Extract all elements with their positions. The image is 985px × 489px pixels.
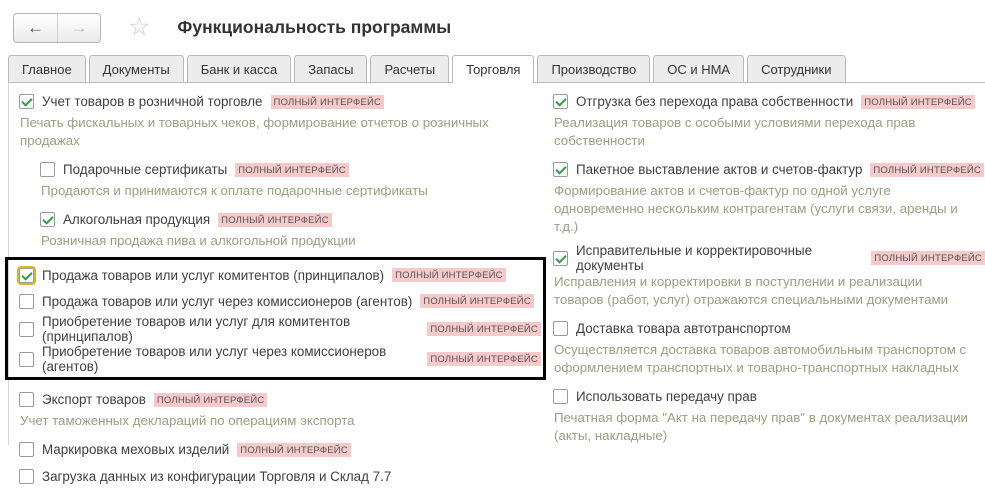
feature-row: Продажа товаров или услуг комитентов (пр… <box>19 262 541 288</box>
tab-raschety[interactable]: Расчеты <box>370 55 449 82</box>
full-interface-badge: ПОЛНЫЙ ИНТЕРФЕЙС <box>870 163 984 177</box>
full-interface-badge: ПОЛНЫЙ ИНТЕРФЕЙС <box>235 163 349 177</box>
feature-row: Отгрузка без перехода права собственност… <box>553 89 985 114</box>
full-interface-badge: ПОЛНЫЙ ИНТЕРФЕЙС <box>218 213 332 227</box>
tab-zapasy[interactable]: Запасы <box>294 55 367 82</box>
feature-label[interactable]: Приобретение товаров или услуг для комит… <box>42 314 419 344</box>
feature-row: Доставка товара автотранспортом <box>553 316 985 341</box>
checkbox[interactable] <box>553 389 568 404</box>
feature-label[interactable]: Отгрузка без перехода права собственност… <box>576 94 853 109</box>
feature-label[interactable]: Продажа товаров или услуг комитентов (пр… <box>42 268 384 283</box>
feature-item: Алкогольная продукция ПОЛНЫЙ ИНТЕРФЕЙС Р… <box>40 207 546 250</box>
checkbox[interactable] <box>553 94 568 109</box>
tab-os-i-nma[interactable]: ОС и НМА <box>653 55 744 82</box>
tab-panel-torgovlya: Учет товаров в розничной торговле ПОЛНЫЙ… <box>8 83 985 445</box>
tab-bar: Главное Документы Банк и касса Запасы Ра… <box>8 55 985 83</box>
checkbox[interactable] <box>19 94 34 109</box>
feature-description: Осуществляется доставка товаров автомоби… <box>554 341 972 377</box>
feature-label[interactable]: Исправительные и корректировочные докуме… <box>576 243 863 273</box>
feature-description: Реализация товаров с особыми условиями п… <box>554 114 972 150</box>
checkbox[interactable] <box>553 162 568 177</box>
feature-label[interactable]: Экспорт товаров <box>42 392 146 407</box>
feature-row: Подарочные сертификаты ПОЛНЫЙ ИНТЕРФЕЙС <box>40 157 546 182</box>
full-interface-badge: ПОЛНЫЙ ИНТЕРФЕЙС <box>871 251 985 265</box>
feature-label[interactable]: Маркировка меховых изделий <box>42 442 229 457</box>
window-header: ← → ☆ Функциональность программы <box>0 0 985 46</box>
feature-description: Розничная продажа пива и алкогольной про… <box>41 232 511 250</box>
feature-row: Алкогольная продукция ПОЛНЫЙ ИНТЕРФЕЙС <box>40 207 546 232</box>
tab-bank-i-kassa[interactable]: Банк и касса <box>187 55 292 82</box>
tab-torgovlya[interactable]: Торговля <box>452 55 534 83</box>
feature-description: Учет таможенных деклараций по операциям … <box>20 412 490 430</box>
feature-description: Печать фискальных и товарных чеков, форм… <box>20 114 490 150</box>
feature-item: Загрузка данных из конфигурации Торговля… <box>19 464 546 489</box>
feature-item: Маркировка меховых изделий ПОЛНЫЙ ИНТЕРФ… <box>19 437 546 462</box>
checkbox[interactable] <box>19 322 34 337</box>
checkbox[interactable] <box>19 268 34 283</box>
feature-row: Использовать передачу прав <box>553 384 985 409</box>
checkbox[interactable] <box>19 442 34 457</box>
checkbox[interactable] <box>19 469 34 484</box>
checkbox[interactable] <box>40 162 55 177</box>
feature-item: Использовать передачу прав Печатная форм… <box>553 384 985 445</box>
back-button[interactable]: ← <box>14 14 57 42</box>
feature-description: Продаются и принимаются к оплате подароч… <box>41 182 511 200</box>
feature-label[interactable]: Продажа товаров или услуг через комиссио… <box>42 294 412 309</box>
feature-label[interactable]: Доставка товара автотранспортом <box>576 321 791 336</box>
full-interface-badge: ПОЛНЫЙ ИНТЕРФЕЙС <box>392 268 506 282</box>
forward-button[interactable]: → <box>57 14 100 42</box>
feature-label[interactable]: Алкогольная продукция <box>63 212 210 227</box>
feature-item: Экспорт товаров ПОЛНЫЙ ИНТЕРФЕЙС Учет та… <box>19 387 546 430</box>
feature-label[interactable]: Приобретение товаров или услуг через ком… <box>42 344 419 374</box>
full-interface-badge: ПОЛНЫЙ ИНТЕРФЕЙС <box>154 393 268 407</box>
feature-row: Приобретение товаров или услуг через ком… <box>19 344 541 374</box>
right-column: Отгрузка без перехода права собственност… <box>546 89 985 445</box>
feature-row: Экспорт товаров ПОЛНЫЙ ИНТЕРФЕЙС <box>19 387 546 412</box>
feature-row: Учет товаров в розничной торговле ПОЛНЫЙ… <box>19 89 546 114</box>
checkbox[interactable] <box>40 212 55 227</box>
feature-item: Исправительные и корректировочные докуме… <box>553 243 985 309</box>
feature-description: Исправления и корректировки в поступлени… <box>554 273 972 309</box>
left-column: Учет товаров в розничной торговле ПОЛНЫЙ… <box>19 89 546 445</box>
tab-glavnoe[interactable]: Главное <box>8 55 86 82</box>
highlight-box: Продажа товаров или услуг комитентов (пр… <box>5 257 546 380</box>
checkbox[interactable] <box>19 352 34 367</box>
full-interface-badge: ПОЛНЫЙ ИНТЕРФЕЙС <box>861 95 975 109</box>
feature-row: Продажа товаров или услуг через комиссио… <box>19 288 541 314</box>
feature-row: Исправительные и корректировочные докуме… <box>553 243 985 273</box>
feature-item: Пакетное выставление актов и счетов-факт… <box>553 157 985 236</box>
page-title: Функциональность программы <box>177 17 451 38</box>
tab-proizvodstvo[interactable]: Производство <box>537 55 650 82</box>
checkbox[interactable] <box>553 321 568 336</box>
full-interface-badge: ПОЛНЫЙ ИНТЕРФЕЙС <box>237 443 351 457</box>
feature-row: Загрузка данных из конфигурации Торговля… <box>19 464 546 489</box>
feature-description: Формирование актов и счетов-фактур по од… <box>554 182 972 236</box>
feature-row: Пакетное выставление актов и счетов-факт… <box>553 157 985 182</box>
tab-sotrudniki[interactable]: Сотрудники <box>747 55 845 82</box>
feature-row: Приобретение товаров или услуг для комит… <box>19 314 541 344</box>
full-interface-badge: ПОЛНЫЙ ИНТЕРФЕЙС <box>427 352 541 366</box>
favorite-star-icon[interactable]: ☆ <box>128 15 150 40</box>
full-interface-badge: ПОЛНЫЙ ИНТЕРФЕЙС <box>271 95 385 109</box>
full-interface-badge: ПОЛНЫЙ ИНТЕРФЕЙС <box>427 322 541 336</box>
feature-label[interactable]: Подарочные сертификаты <box>63 162 227 177</box>
checkbox[interactable] <box>19 392 34 407</box>
feature-item: Доставка товара автотранспортом Осуществ… <box>553 316 985 377</box>
feature-label[interactable]: Учет товаров в розничной торговле <box>42 94 263 109</box>
full-interface-badge: ПОЛНЫЙ ИНТЕРФЕЙС <box>420 294 534 308</box>
feature-row: Маркировка меховых изделий ПОЛНЫЙ ИНТЕРФ… <box>19 437 546 462</box>
feature-item: Учет товаров в розничной торговле ПОЛНЫЙ… <box>19 89 546 150</box>
feature-item: Отгрузка без перехода права собственност… <box>553 89 985 150</box>
checkbox[interactable] <box>553 251 568 266</box>
feature-label[interactable]: Использовать передачу прав <box>576 389 757 404</box>
feature-label[interactable]: Пакетное выставление актов и счетов-факт… <box>576 162 862 177</box>
feature-description: Печатная форма "Акт на передачу прав" в … <box>554 409 972 445</box>
history-nav: ← → <box>13 13 101 43</box>
tab-dokumenty[interactable]: Документы <box>89 55 184 82</box>
feature-item: Подарочные сертификаты ПОЛНЫЙ ИНТЕРФЕЙС … <box>40 157 546 200</box>
checkbox[interactable] <box>19 294 34 309</box>
feature-label[interactable]: Загрузка данных из конфигурации Торговля… <box>42 469 391 484</box>
